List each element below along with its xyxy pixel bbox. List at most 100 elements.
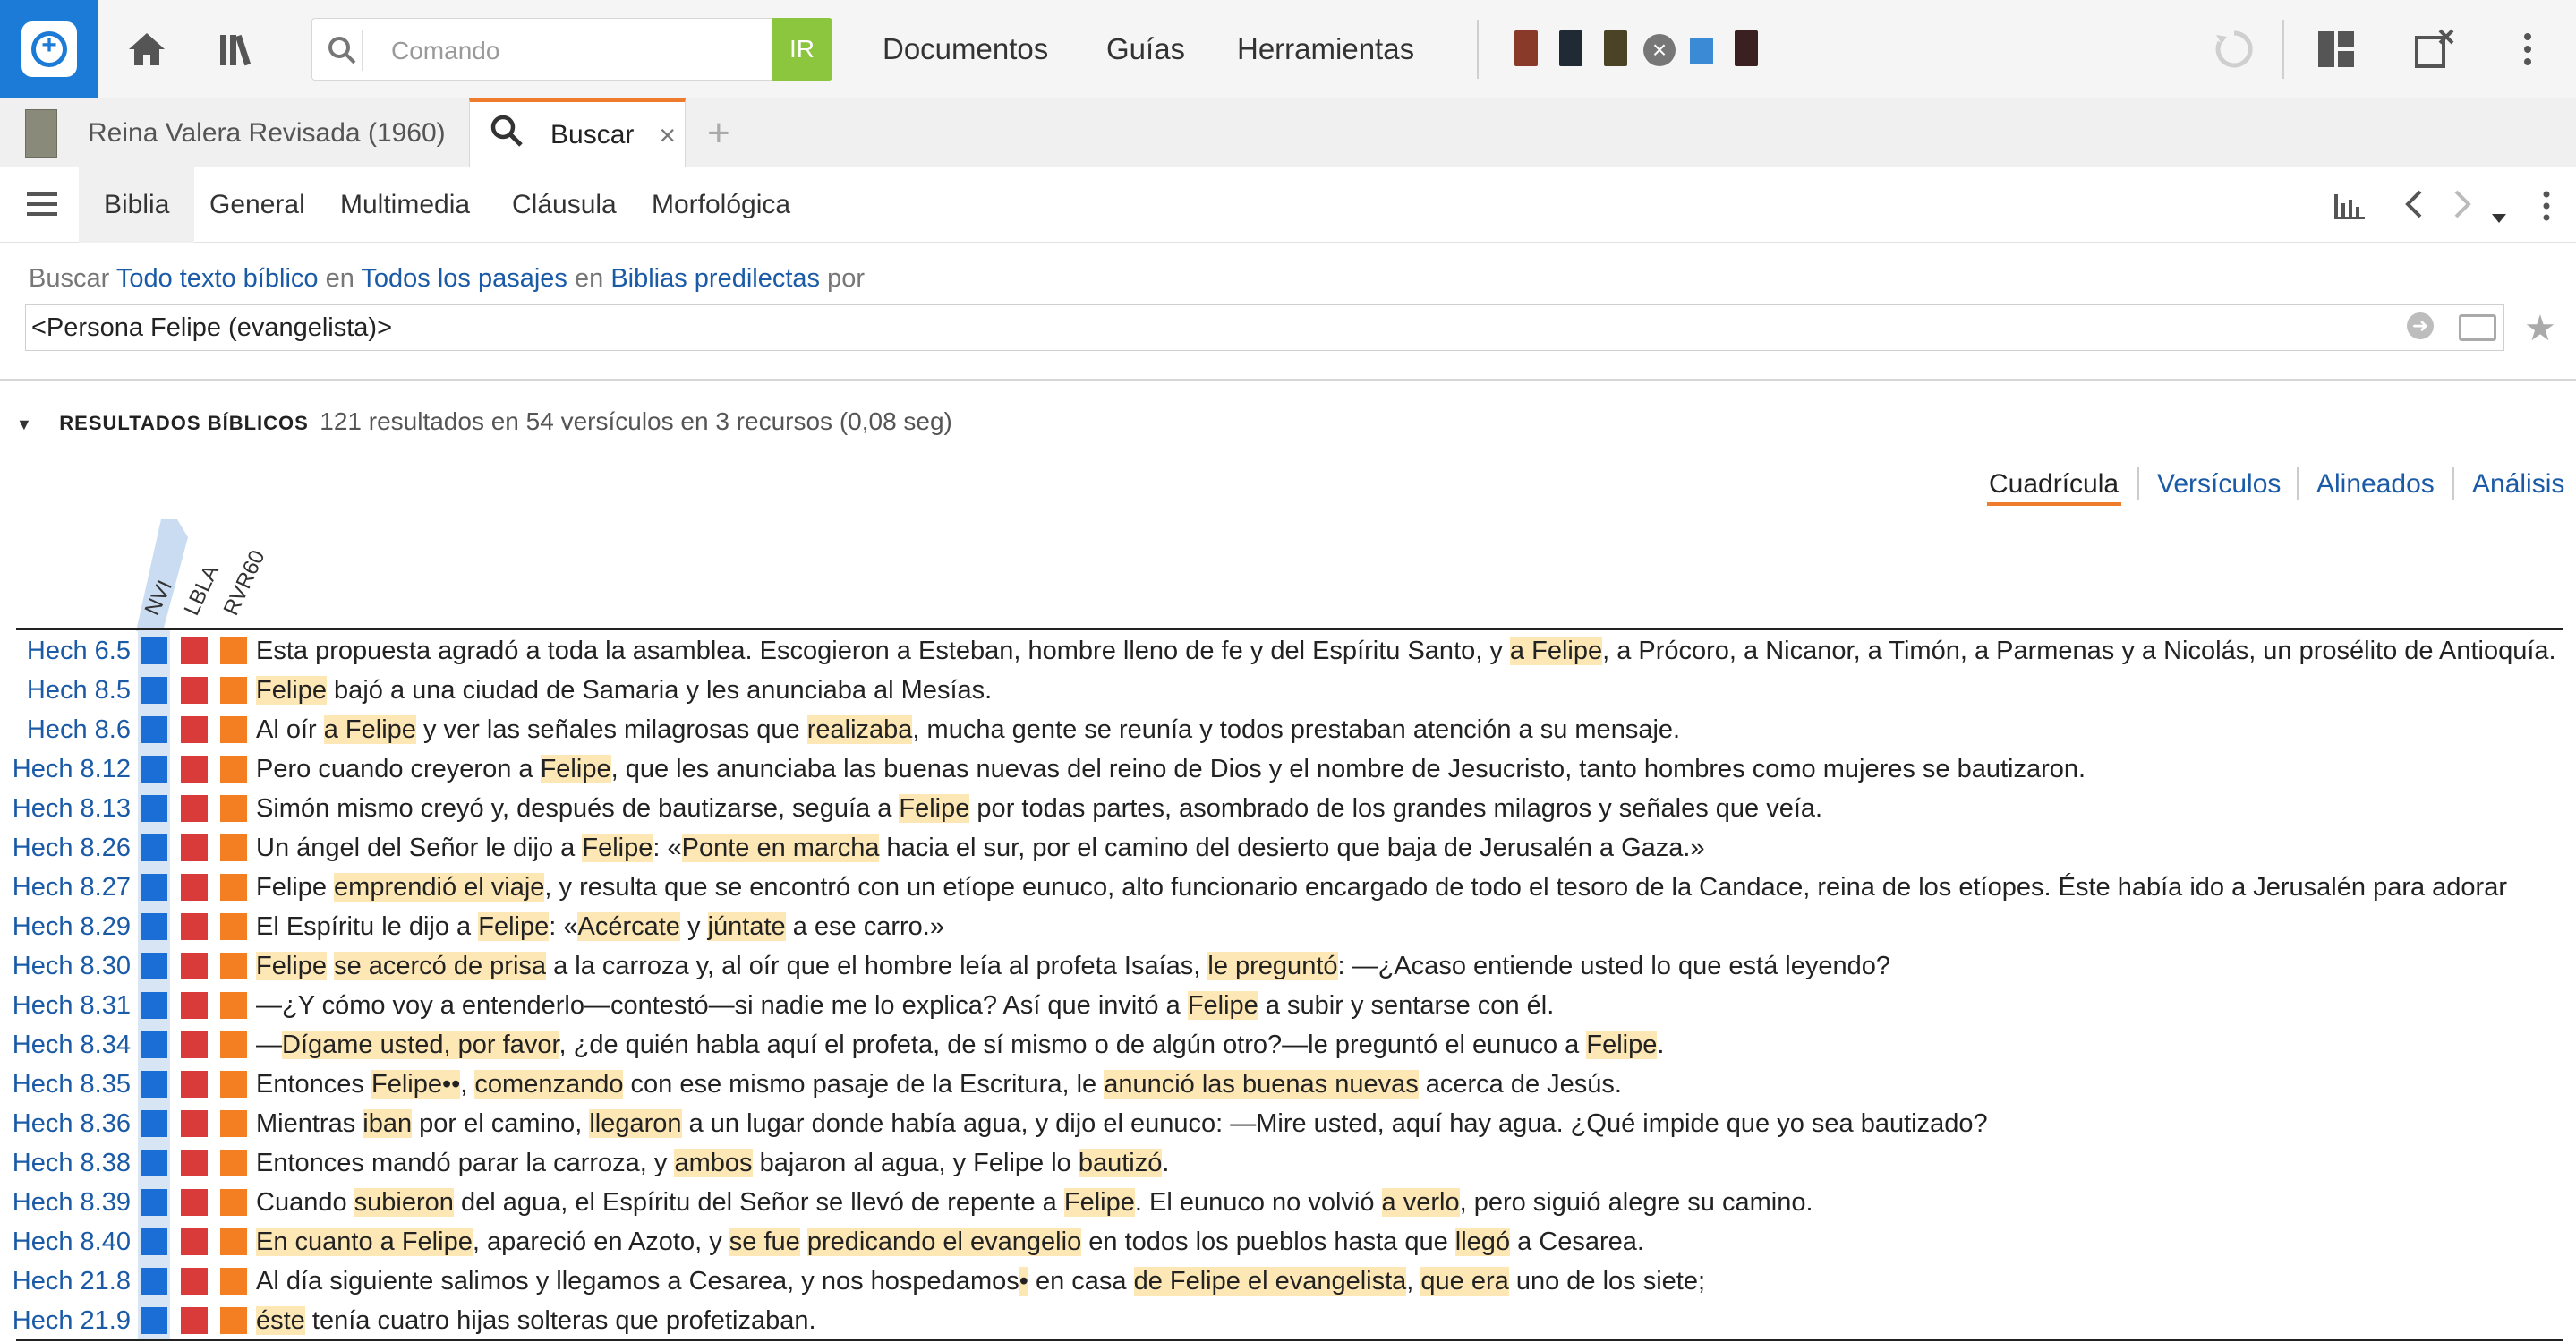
rvr60-hit-cell[interactable] — [220, 1150, 247, 1176]
table-row[interactable]: Hech 8.36 Mientras iban por el camino, ll… — [0, 1103, 2576, 1142]
lbla-hit-cell[interactable] — [181, 756, 208, 783]
tab-bible[interactable]: Biblia — [79, 167, 195, 243]
table-row[interactable]: Hech 8.30 Felipe se acercó de prisa a la … — [0, 945, 2576, 985]
tab-reina-valera[interactable]: Reina Valera Revisada (1960) — [0, 98, 465, 167]
nvi-hit-cell[interactable] — [141, 1031, 167, 1058]
search-query-text[interactable]: <Persona Felipe (evangelista)> — [31, 313, 392, 343]
verse-reference-link[interactable]: Hech 8.30 — [13, 952, 131, 981]
resource-book-icon[interactable] — [1514, 30, 1538, 66]
verse-reference-link[interactable]: Hech 8.5 — [27, 676, 131, 706]
view-verses[interactable]: Versículos — [2157, 469, 2281, 500]
bar-chart-icon[interactable] — [2334, 192, 2365, 227]
verse-reference-link[interactable]: Hech 8.38 — [13, 1149, 131, 1178]
command-input[interactable]: Comando — [391, 37, 499, 65]
nvi-hit-cell[interactable] — [141, 1228, 167, 1255]
table-row[interactable]: Hech 21.8 Al día siguiente salimos y lleg… — [0, 1261, 2576, 1300]
passages-dropdown[interactable]: Todos los pasajes — [361, 264, 567, 293]
close-circle-icon[interactable]: × — [1643, 34, 1676, 66]
rvr60-hit-cell[interactable] — [220, 834, 247, 861]
layouts-icon[interactable] — [2309, 22, 2363, 76]
verse-reference-link[interactable]: Hech 8.13 — [13, 794, 131, 824]
nvi-hit-cell[interactable] — [141, 795, 167, 822]
verse-reference-link[interactable]: Hech 21.8 — [13, 1267, 131, 1296]
verse-reference-link[interactable]: Hech 8.31 — [13, 991, 131, 1021]
column-header-rvr60[interactable]: RVR60 — [219, 546, 271, 620]
home-icon[interactable] — [120, 22, 174, 76]
lbla-hit-cell[interactable] — [181, 913, 208, 940]
tab-clause[interactable]: Cláusula — [512, 167, 617, 243]
verse-reference-link[interactable]: Hech 8.12 — [13, 755, 131, 784]
more-vertical-icon[interactable] — [2542, 191, 2551, 229]
verse-reference-link[interactable]: Hech 8.36 — [13, 1109, 131, 1139]
nvi-hit-cell[interactable] — [141, 834, 167, 861]
nvi-hit-cell[interactable] — [141, 677, 167, 704]
resource-media-icon[interactable] — [1690, 38, 1713, 64]
nvi-hit-cell[interactable] — [141, 1268, 167, 1295]
lbla-hit-cell[interactable] — [181, 677, 208, 704]
results-header[interactable]: ▼ RESULTADOS BÍBLICOS 121 resultados en … — [16, 407, 952, 436]
rvr60-hit-cell[interactable] — [220, 1268, 247, 1295]
rvr60-hit-cell[interactable] — [220, 913, 247, 940]
nvi-hit-cell[interactable] — [141, 874, 167, 901]
tab-search[interactable]: Buscar × — [469, 98, 686, 168]
menu-tools[interactable]: Herramientas — [1237, 32, 1414, 66]
verse-reference-link[interactable]: Hech 8.40 — [13, 1228, 131, 1257]
table-row[interactable]: Hech 8.13 Simón mismo creyó y, después de… — [0, 788, 2576, 827]
nvi-hit-cell[interactable] — [141, 756, 167, 783]
table-row[interactable]: Hech 8.26 Un ángel del Señor le dijo a Fe… — [0, 827, 2576, 867]
nvi-hit-cell[interactable] — [141, 1071, 167, 1098]
verse-reference-link[interactable]: Hech 8.39 — [13, 1188, 131, 1218]
lbla-hit-cell[interactable] — [181, 1189, 208, 1216]
table-row[interactable]: Hech 8.12 Pero cuando creyeron a Felipe, … — [0, 748, 2576, 788]
rvr60-hit-cell[interactable] — [220, 637, 247, 664]
command-box[interactable]: Comando — [311, 18, 832, 81]
rvr60-hit-cell[interactable] — [220, 1031, 247, 1058]
lbla-hit-cell[interactable] — [181, 637, 208, 664]
table-row[interactable]: Hech 8.6 Al oír a Felipe y ver las señale… — [0, 709, 2576, 748]
logos-app-icon[interactable] — [0, 0, 98, 98]
table-row[interactable]: Hech 8.29 El Espíritu le dijo a Felipe: «… — [0, 906, 2576, 945]
forward-arrow-icon[interactable] — [2452, 189, 2472, 227]
table-row[interactable]: Hech 8.34 —Dígame usted, por favor, ¿de q… — [0, 1024, 2576, 1064]
library-icon[interactable] — [213, 22, 267, 76]
table-row[interactable]: Hech 8.39 Cuando subieron del agua, el Es… — [0, 1182, 2576, 1221]
add-tab-button[interactable]: + — [707, 111, 730, 156]
nvi-hit-cell[interactable] — [141, 637, 167, 664]
resource-book-icon[interactable] — [1735, 30, 1758, 66]
view-aligned[interactable]: Alineados — [2316, 469, 2435, 500]
verse-reference-link[interactable]: Hech 8.34 — [13, 1031, 131, 1060]
rvr60-hit-cell[interactable] — [220, 716, 247, 743]
nvi-hit-cell[interactable] — [141, 716, 167, 743]
lbla-hit-cell[interactable] — [181, 953, 208, 979]
resource-book-icon[interactable] — [1604, 30, 1627, 66]
table-row[interactable]: Hech 8.38 Entonces mandó parar la carroza… — [0, 1142, 2576, 1182]
bibles-dropdown[interactable]: Biblias predilectas — [610, 264, 820, 293]
tab-morphological[interactable]: Morfológica — [652, 167, 790, 243]
scope-dropdown[interactable]: Todo texto bíblico — [116, 264, 319, 293]
nvi-hit-cell[interactable] — [141, 913, 167, 940]
lbla-hit-cell[interactable] — [181, 716, 208, 743]
back-arrow-icon[interactable] — [2404, 189, 2424, 227]
menu-icon[interactable] — [27, 192, 57, 216]
lbla-hit-cell[interactable] — [181, 834, 208, 861]
rvr60-hit-cell[interactable] — [220, 677, 247, 704]
lbla-hit-cell[interactable] — [181, 992, 208, 1019]
table-row[interactable]: Hech 8.31 —¿Y cómo voy a entenderlo—conte… — [0, 985, 2576, 1024]
arrow-right-circle-icon[interactable]: ➜ — [2407, 312, 2434, 339]
sync-icon[interactable] — [2207, 22, 2261, 76]
go-button[interactable]: IR — [772, 18, 832, 81]
lbla-hit-cell[interactable] — [181, 1031, 208, 1058]
lbla-hit-cell[interactable] — [181, 1071, 208, 1098]
more-vertical-icon[interactable] — [2501, 22, 2555, 76]
lbla-hit-cell[interactable] — [181, 1150, 208, 1176]
nvi-hit-cell[interactable] — [141, 1189, 167, 1216]
tab-multimedia[interactable]: Multimedia — [340, 167, 470, 243]
verse-reference-link[interactable]: Hech 21.9 — [13, 1306, 131, 1336]
verse-reference-link[interactable]: Hech 6.5 — [27, 637, 131, 666]
rvr60-hit-cell[interactable] — [220, 1307, 247, 1334]
nvi-hit-cell[interactable] — [141, 953, 167, 979]
verse-reference-link[interactable]: Hech 8.6 — [27, 715, 131, 745]
rvr60-hit-cell[interactable] — [220, 874, 247, 901]
rvr60-hit-cell[interactable] — [220, 1228, 247, 1255]
table-row[interactable]: Hech 8.27 Felipe emprendió el viaje, y re… — [0, 867, 2576, 906]
